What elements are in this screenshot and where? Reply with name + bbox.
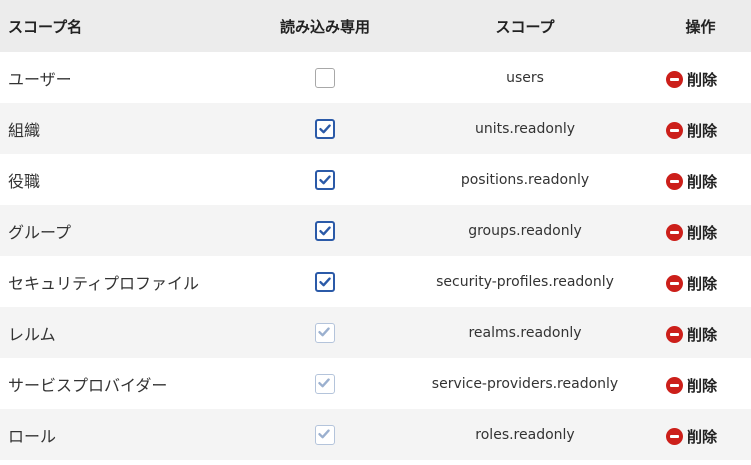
operation-cell: 削除: [650, 409, 751, 460]
table-row: レルム realms.readonly 削除: [0, 307, 751, 358]
scope-value: service-providers.readonly: [400, 358, 650, 409]
readonly-checkbox[interactable]: [315, 271, 335, 292]
header-scope-name: スコープ名: [0, 0, 250, 52]
minus-circle-icon: [666, 274, 683, 292]
delete-button[interactable]: 削除: [666, 69, 717, 90]
delete-button[interactable]: 削除: [666, 375, 717, 396]
readonly-cell: [250, 307, 400, 358]
delete-label: 削除: [687, 121, 718, 140]
minus-circle-icon: [666, 70, 683, 88]
readonly-cell: [250, 154, 400, 205]
header-row: スコープ名 読み込み専用 スコープ 操作: [0, 0, 751, 52]
scope-name: 役職: [0, 154, 250, 205]
table-row: グループ groups.readonly 削除: [0, 205, 751, 256]
operation-cell: 削除: [650, 307, 751, 358]
readonly-checkbox: [315, 373, 335, 394]
operation-cell: 削除: [650, 205, 751, 256]
minus-circle-icon: [666, 376, 683, 394]
scope-name: サービスプロバイダー: [0, 358, 250, 409]
scope-value: units.readonly: [400, 103, 650, 154]
table-row: ユーザー users 削除: [0, 52, 751, 103]
readonly-cell: [250, 409, 400, 460]
scope-value: security-profiles.readonly: [400, 256, 650, 307]
scope-name: ロール: [0, 409, 250, 460]
scope-value: users: [400, 52, 650, 103]
readonly-checkbox[interactable]: [315, 169, 335, 190]
readonly-checkbox[interactable]: [315, 118, 335, 139]
table-header: スコープ名 読み込み専用 スコープ 操作: [0, 0, 751, 52]
minus-circle-icon: [666, 427, 683, 445]
table-row: 役職 positions.readonly 削除: [0, 154, 751, 205]
scope-name: ユーザー: [0, 52, 250, 103]
readonly-cell: [250, 52, 400, 103]
delete-button[interactable]: 削除: [666, 273, 717, 294]
operation-cell: 削除: [650, 256, 751, 307]
scope-value: realms.readonly: [400, 307, 650, 358]
header-readonly: 読み込み専用: [250, 0, 400, 52]
scope-value: roles.readonly: [400, 409, 650, 460]
table-row: サービスプロバイダー service-providers.readonly 削除: [0, 358, 751, 409]
check-icon: [318, 429, 330, 439]
readonly-checkbox: [315, 322, 335, 343]
operation-cell: 削除: [650, 52, 751, 103]
minus-circle-icon: [666, 121, 683, 139]
readonly-cell: [250, 103, 400, 154]
scope-name: セキュリティプロファイル: [0, 256, 250, 307]
delete-label: 削除: [687, 223, 718, 242]
readonly-cell: [250, 256, 400, 307]
delete-button[interactable]: 削除: [666, 171, 717, 192]
check-icon: [319, 124, 331, 134]
check-icon: [319, 175, 331, 185]
header-operation: 操作: [650, 0, 751, 52]
check-icon: [318, 378, 330, 388]
readonly-cell: [250, 358, 400, 409]
scope-table: スコープ名 読み込み専用 スコープ 操作 ユーザー users 削除 組織 un…: [0, 0, 751, 460]
readonly-checkbox: [315, 424, 335, 445]
delete-label: 削除: [687, 70, 718, 89]
minus-circle-icon: [666, 223, 683, 241]
delete-label: 削除: [687, 427, 718, 446]
delete-button[interactable]: 削除: [666, 426, 717, 447]
minus-circle-icon: [666, 325, 683, 343]
check-icon: [319, 277, 331, 287]
table-row: セキュリティプロファイル security-profiles.readonly …: [0, 256, 751, 307]
scope-name: レルム: [0, 307, 250, 358]
operation-cell: 削除: [650, 358, 751, 409]
delete-label: 削除: [687, 274, 718, 293]
table-row: ロール roles.readonly 削除: [0, 409, 751, 460]
readonly-checkbox[interactable]: [315, 67, 335, 88]
header-scope: スコープ: [400, 0, 650, 52]
table-row: 組織 units.readonly 削除: [0, 103, 751, 154]
check-icon: [319, 226, 331, 236]
readonly-cell: [250, 205, 400, 256]
scope-name: 組織: [0, 103, 250, 154]
readonly-checkbox[interactable]: [315, 220, 335, 241]
delete-label: 削除: [687, 325, 718, 344]
check-icon: [318, 327, 330, 337]
scope-name: グループ: [0, 205, 250, 256]
delete-button[interactable]: 削除: [666, 120, 717, 141]
delete-label: 削除: [687, 376, 718, 395]
delete-label: 削除: [687, 172, 718, 191]
table-body: ユーザー users 削除 組織 units.readonly 削除 役職 po…: [0, 52, 751, 460]
delete-button[interactable]: 削除: [666, 222, 717, 243]
minus-circle-icon: [666, 172, 683, 190]
operation-cell: 削除: [650, 103, 751, 154]
scope-value: positions.readonly: [400, 154, 650, 205]
scope-value: groups.readonly: [400, 205, 650, 256]
delete-button[interactable]: 削除: [666, 324, 717, 345]
operation-cell: 削除: [650, 154, 751, 205]
